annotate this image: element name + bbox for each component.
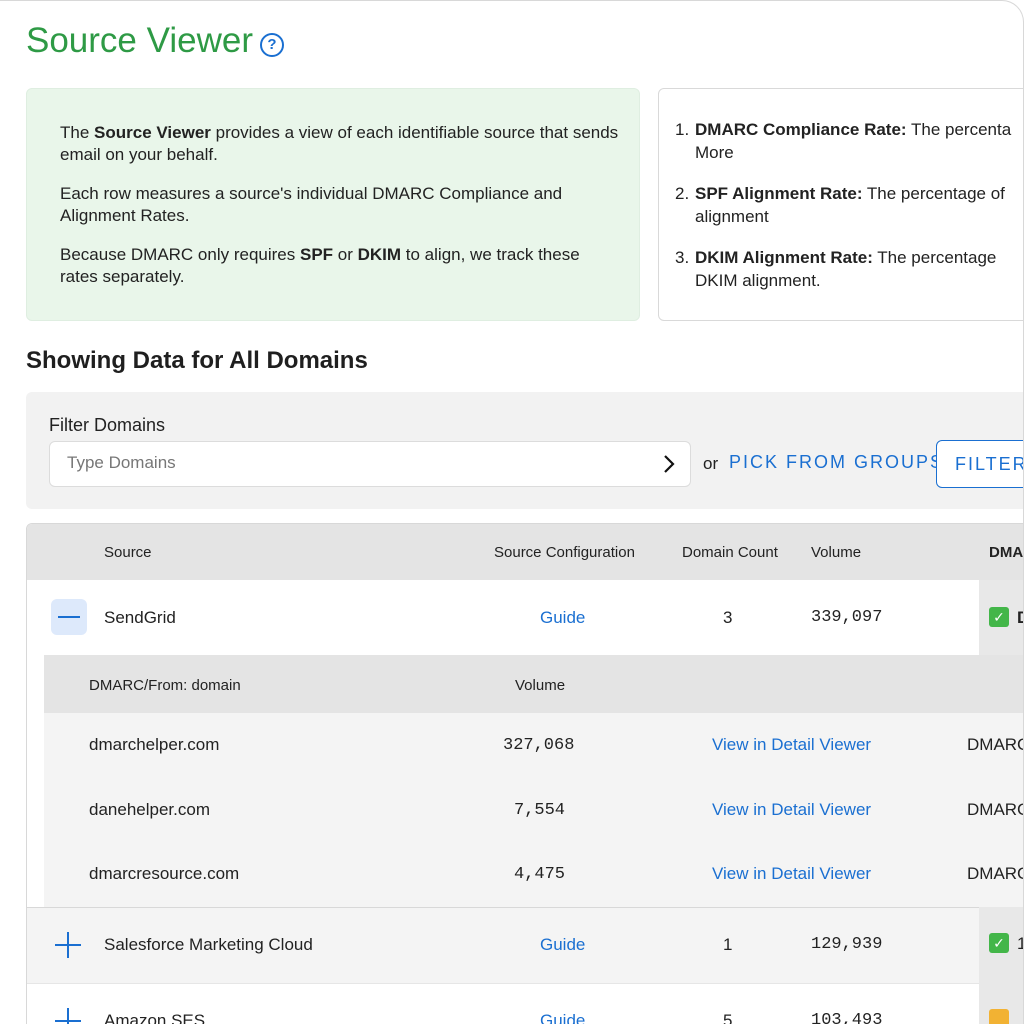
check-icon: ✓: [989, 607, 1009, 627]
header-domain-count[interactable]: Domain Count: [682, 544, 778, 561]
domain-count: 3: [723, 608, 733, 627]
dmarc-cell: ✓ D: [979, 580, 1023, 655]
collapse-icon[interactable]: [51, 599, 87, 635]
pick-from-groups-button[interactable]: PICK FROM GROUPS: [729, 452, 944, 473]
sub-row: dmarcresource.com 4,475 View in Detail V…: [44, 842, 1024, 906]
header-source[interactable]: Source: [104, 544, 152, 561]
sub-dmarc: DMARC: [967, 735, 1024, 754]
sub-header-domain: DMARC/From: domain: [89, 677, 241, 694]
sub-row: dmarchelper.com 327,068 View in Detail V…: [44, 713, 1024, 777]
intro-paragraph-1: The Source Viewer provides a view of eac…: [60, 123, 619, 164]
sub-domain: danehelper.com: [89, 800, 210, 819]
intro-paragraph-3: Because DMARC only requires SPF or DKIM …: [60, 245, 580, 286]
domain-filter-input[interactable]: [49, 441, 691, 487]
sub-volume: 327,068: [503, 736, 575, 755]
sub-dmarc: DMARC: [967, 864, 1024, 883]
warning-icon: [989, 1009, 1009, 1024]
view-detail-link[interactable]: View in Detail Viewer: [712, 864, 871, 884]
header-config[interactable]: Source Configuration: [494, 544, 635, 561]
sub-domain: dmarchelper.com: [89, 735, 220, 754]
sub-volume: 4,475: [514, 865, 566, 884]
intro-paragraph-2: Each row measures a source's individual …: [60, 184, 563, 225]
more-link[interactable]: More: [695, 141, 1023, 164]
view-detail-link[interactable]: View in Detail Viewer: [712, 800, 871, 820]
sub-volume: 7,554: [514, 801, 566, 820]
guide-link[interactable]: Guide: [540, 608, 585, 628]
intro-panel: The Source Viewer provides a view of eac…: [26, 88, 640, 321]
source-name: Amazon SES: [104, 1011, 206, 1024]
header-volume[interactable]: Volume: [811, 544, 861, 561]
volume: 339,097: [811, 608, 883, 627]
definition-item: 2. SPF Alignment Rate: The percentage of: [675, 184, 1005, 203]
chevron-right-icon[interactable]: [662, 454, 676, 474]
domain-count: 5: [723, 1011, 733, 1024]
header-dmarc[interactable]: DMAI: [989, 544, 1023, 561]
dmarc-value: D: [1017, 608, 1023, 628]
sub-dmarc: DMARC: [967, 800, 1024, 819]
view-detail-link[interactable]: View in Detail Viewer: [712, 735, 871, 755]
definitions-panel: 1. DMARC Compliance Rate: The percenta Mo…: [658, 88, 1023, 321]
table-row[interactable]: SendGrid Guide 3 339,097: [27, 580, 979, 655]
section-heading: Showing Data for All Domains: [26, 347, 368, 374]
table-row[interactable]: Amazon SES Guide 5 103,493: [27, 983, 979, 1024]
page-title: Source Viewer: [26, 21, 253, 60]
app-frame: Source Viewer ? The Source Viewer provid…: [0, 0, 1024, 1024]
filter-button[interactable]: FILTER: [936, 440, 1023, 488]
check-icon: ✓: [989, 933, 1009, 953]
domain-input[interactable]: [67, 453, 637, 473]
definition-item: 1. DMARC Compliance Rate: The percenta: [675, 120, 1012, 139]
filter-label: Filter Domains: [49, 415, 166, 435]
dmarc-cell: [979, 983, 1023, 1024]
subtable-header: DMARC/From: domain Volume: [44, 655, 1023, 713]
definition-item: 3. DKIM Alignment Rate: The percentage: [675, 248, 997, 267]
expand-icon[interactable]: [55, 932, 81, 958]
subtable: DMARC/From: domain Volume dmarchelper.co…: [44, 655, 1024, 907]
definition-line: alignment: [695, 207, 769, 226]
table-header: Source Source Configuration Domain Count…: [27, 524, 1023, 580]
table-row[interactable]: Salesforce Marketing Cloud Guide 1 129,9…: [27, 907, 979, 983]
sources-table: Source Source Configuration Domain Count…: [26, 523, 1024, 1024]
or-label: or: [703, 454, 719, 473]
guide-link[interactable]: Guide: [540, 935, 585, 955]
sub-row: danehelper.com 7,554 View in Detail View…: [44, 778, 1024, 842]
question-circle-icon[interactable]: ?: [260, 33, 284, 57]
expand-icon[interactable]: [55, 1008, 81, 1024]
volume: 129,939: [811, 935, 883, 954]
volume: 103,493: [811, 1011, 883, 1024]
sub-domain: dmarcresource.com: [89, 864, 240, 883]
source-name: SendGrid: [104, 608, 176, 627]
definition-line: DKIM alignment.: [695, 271, 821, 290]
sub-header-volume: Volume: [515, 677, 566, 694]
dmarc-cell: ✓ 1: [979, 907, 1023, 983]
source-name: Salesforce Marketing Cloud: [104, 935, 313, 954]
domain-count: 1: [723, 935, 733, 954]
guide-link[interactable]: Guide: [540, 1011, 585, 1024]
dmarc-value: 1: [1017, 934, 1023, 954]
